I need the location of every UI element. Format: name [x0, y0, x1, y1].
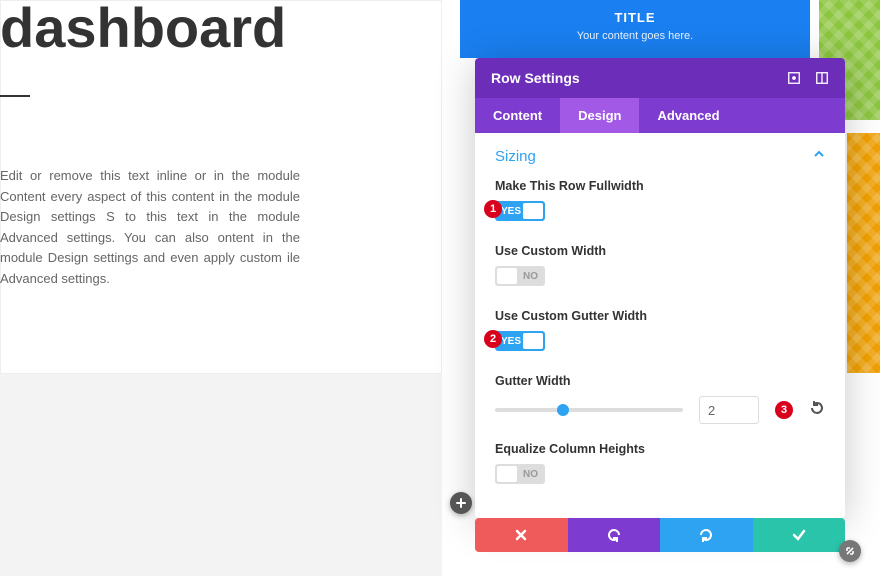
bg-card-blue: TITLE Your content goes here. — [460, 0, 810, 58]
custom-gutter-label: Use Custom Gutter Width — [495, 309, 825, 323]
page-title: dashboard — [0, 0, 286, 56]
tab-content[interactable]: Content — [475, 98, 560, 133]
field-custom-gutter: Use Custom Gutter Width 2 YES — [495, 309, 825, 356]
chevron-up-icon — [813, 147, 825, 165]
gutter-width-slider[interactable] — [495, 408, 683, 412]
annotation-3: 3 — [775, 401, 793, 419]
equalize-label: Equalize Column Heights — [495, 442, 825, 456]
toggle-no: NO — [523, 271, 538, 282]
fullwidth-toggle[interactable]: YES — [495, 201, 545, 221]
annotation-1: 1 — [484, 200, 502, 218]
field-fullwidth: Make This Row Fullwidth 1 YES — [495, 179, 825, 226]
fullwidth-label: Make This Row Fullwidth — [495, 179, 825, 193]
section-sizing-header[interactable]: Sizing — [475, 133, 845, 179]
row-settings-panel: Row Settings Content Design Advanced Siz… — [475, 58, 845, 518]
reset-icon[interactable] — [809, 400, 825, 421]
toggle-knob — [497, 466, 517, 482]
panel-title: Row Settings — [491, 70, 580, 86]
add-fab[interactable] — [450, 492, 472, 514]
columns-icon[interactable] — [815, 71, 829, 85]
toggle-yes: YES — [501, 206, 521, 217]
title-underline — [0, 95, 30, 97]
gutter-width-label: Gutter Width — [495, 374, 825, 388]
resize-fab[interactable] — [839, 540, 861, 562]
section-sizing-title: Sizing — [495, 148, 536, 165]
expand-icon[interactable] — [787, 71, 801, 85]
custom-width-toggle[interactable]: NO — [495, 266, 545, 286]
bg-card-orange — [847, 133, 880, 373]
gutter-width-input[interactable] — [699, 396, 759, 424]
redo-button[interactable] — [660, 518, 753, 552]
panel-body: Sizing Make This Row Fullwidth 1 YES Use… — [475, 133, 845, 518]
tab-design[interactable]: Design — [560, 98, 639, 133]
tab-advanced[interactable]: Advanced — [639, 98, 737, 133]
custom-width-label: Use Custom Width — [495, 244, 825, 258]
annotation-2: 2 — [484, 330, 502, 348]
cancel-button[interactable] — [475, 518, 568, 552]
field-custom-width: Use Custom Width NO — [495, 244, 825, 291]
field-equalize: Equalize Column Heights NO — [495, 442, 825, 489]
panel-header[interactable]: Row Settings — [475, 58, 845, 98]
equalize-toggle[interactable]: NO — [495, 464, 545, 484]
card-title: TITLE — [460, 10, 810, 25]
undo-button[interactable] — [568, 518, 661, 552]
custom-gutter-toggle[interactable]: YES — [495, 331, 545, 351]
bg-gray-area — [0, 374, 442, 576]
tabs: Content Design Advanced — [475, 98, 845, 133]
toggle-yes: YES — [501, 336, 521, 347]
toggle-knob — [523, 333, 543, 349]
field-gutter-width: Gutter Width 3 — [495, 374, 825, 424]
card-subtitle: Your content goes here. — [460, 30, 810, 42]
slider-thumb[interactable] — [557, 404, 569, 416]
save-button[interactable] — [753, 518, 846, 552]
toggle-knob — [497, 268, 517, 284]
toggle-no: NO — [523, 469, 538, 480]
action-bar — [475, 518, 845, 552]
toggle-knob — [523, 203, 543, 219]
page-paragraph: Edit or remove this text inline or in th… — [0, 166, 300, 289]
section-sizing-body: Make This Row Fullwidth 1 YES Use Custom… — [475, 179, 845, 517]
